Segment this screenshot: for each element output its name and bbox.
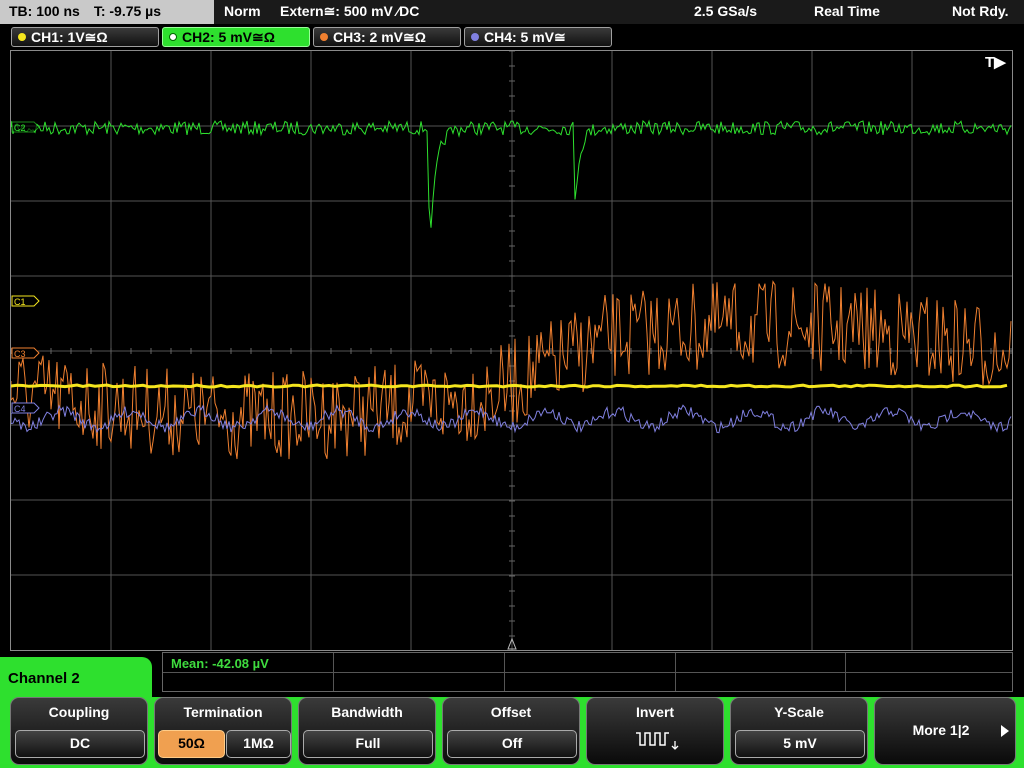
bandwidth-value[interactable]: Full bbox=[303, 730, 433, 758]
y-scale-label: Y-Scale bbox=[774, 704, 824, 720]
ch2-label: CH2: 5 mV≅Ω bbox=[182, 29, 275, 45]
ch3-dot-icon bbox=[320, 33, 328, 41]
offset-value[interactable]: Off bbox=[447, 730, 577, 758]
ch3-marker-label: C3 bbox=[14, 349, 26, 359]
mean-measurement[interactable]: Mean: -42.08 µV bbox=[171, 656, 269, 671]
termination-1mohm[interactable]: 1MΩ bbox=[226, 730, 291, 758]
invert-label: Invert bbox=[635, 704, 675, 720]
grid-lines bbox=[11, 51, 1012, 650]
termination-softkey[interactable]: Termination 50Ω 1MΩ bbox=[154, 697, 292, 765]
timebase-box[interactable]: TB: 100 ns T: -9.75 µs bbox=[0, 0, 214, 24]
coupling-label: Coupling bbox=[48, 704, 110, 720]
right-arrow-icon bbox=[1001, 725, 1009, 737]
invert-wave-icon bbox=[636, 732, 679, 750]
ch1-marker-label: C1 bbox=[14, 297, 26, 307]
ch2-waveform bbox=[11, 119, 1012, 228]
measurement-divider bbox=[845, 653, 846, 691]
offset-softkey[interactable]: Offset Off bbox=[442, 697, 580, 765]
measurement-divider bbox=[333, 653, 334, 691]
channel-tab-ch2[interactable]: CH2: 5 mV≅Ω bbox=[162, 27, 310, 47]
termination-label: Termination bbox=[183, 704, 263, 720]
channel-tab-ch3[interactable]: CH3: 2 mV≅Ω bbox=[313, 27, 461, 47]
waveform-canvas: C1 C3 C4 C2 T▶ bbox=[11, 51, 1012, 650]
ch3-waveform bbox=[11, 280, 1012, 460]
more-softkey[interactable]: More 1|2 bbox=[874, 697, 1016, 765]
bandwidth-softkey[interactable]: Bandwidth Full bbox=[298, 697, 436, 765]
coupling-softkey[interactable]: Coupling DC bbox=[10, 697, 148, 765]
ch2-dot-icon bbox=[169, 33, 177, 41]
acquisition-state: Not Rdy. bbox=[952, 3, 1009, 19]
termination-50ohm[interactable]: 50Ω bbox=[158, 730, 225, 758]
channel-tab-ch4[interactable]: CH4: 5 mV≅ bbox=[464, 27, 612, 47]
invert-softkey[interactable]: Invert bbox=[586, 697, 724, 765]
ch2-ground-marker: C2 bbox=[11, 121, 40, 133]
channel-tab-ch1[interactable]: CH1: 1V≅Ω bbox=[11, 27, 159, 47]
channel-menu-title: Channel 2 bbox=[8, 670, 80, 687]
timebase-label: TB: 100 ns bbox=[9, 3, 80, 19]
more-label: More 1|2 bbox=[912, 722, 970, 738]
measurement-divider bbox=[163, 672, 1012, 673]
ch4-label: CH4: 5 mV≅ bbox=[484, 29, 566, 45]
ch1-waveform bbox=[11, 383, 1008, 389]
ch3-label: CH3: 2 mV≅Ω bbox=[333, 29, 426, 45]
ch4-dot-icon bbox=[471, 33, 479, 41]
sample-rate[interactable]: 2.5 GSa/s bbox=[694, 3, 757, 19]
coupling-value[interactable]: DC bbox=[15, 730, 145, 758]
offset-label: Offset bbox=[490, 704, 532, 720]
measurement-divider bbox=[675, 653, 676, 691]
measurement-divider bbox=[504, 653, 505, 691]
softkey-bar-edge bbox=[1016, 712, 1024, 768]
ch4-ground-marker: C4 bbox=[11, 402, 40, 414]
trigger-marker: T▶ bbox=[985, 54, 1007, 71]
ch1-ground-marker: C1 bbox=[11, 295, 40, 307]
trigger-source[interactable]: Extern≅: 500 mV ⁄DC bbox=[280, 3, 419, 20]
ch4-marker-label: C4 bbox=[14, 404, 26, 414]
bandwidth-label: Bandwidth bbox=[331, 704, 403, 720]
trigger-time-label: T: -9.75 µs bbox=[93, 3, 162, 19]
waveform-display[interactable]: C1 C3 C4 C2 T▶ bbox=[10, 50, 1013, 651]
y-scale-softkey[interactable]: Y-Scale 5 mV bbox=[730, 697, 868, 765]
ch1-label: CH1: 1V≅Ω bbox=[31, 29, 108, 45]
y-scale-value[interactable]: 5 mV bbox=[735, 730, 865, 758]
trigger-mode[interactable]: Norm bbox=[224, 3, 261, 19]
measurement-bar: Mean: -42.08 µV bbox=[162, 652, 1013, 692]
ch2-marker-label: C2 bbox=[14, 123, 26, 133]
ch3-ground-marker: C3 bbox=[11, 347, 40, 359]
ch1-dot-icon bbox=[18, 33, 26, 41]
acquisition-mode[interactable]: Real Time bbox=[814, 3, 880, 19]
